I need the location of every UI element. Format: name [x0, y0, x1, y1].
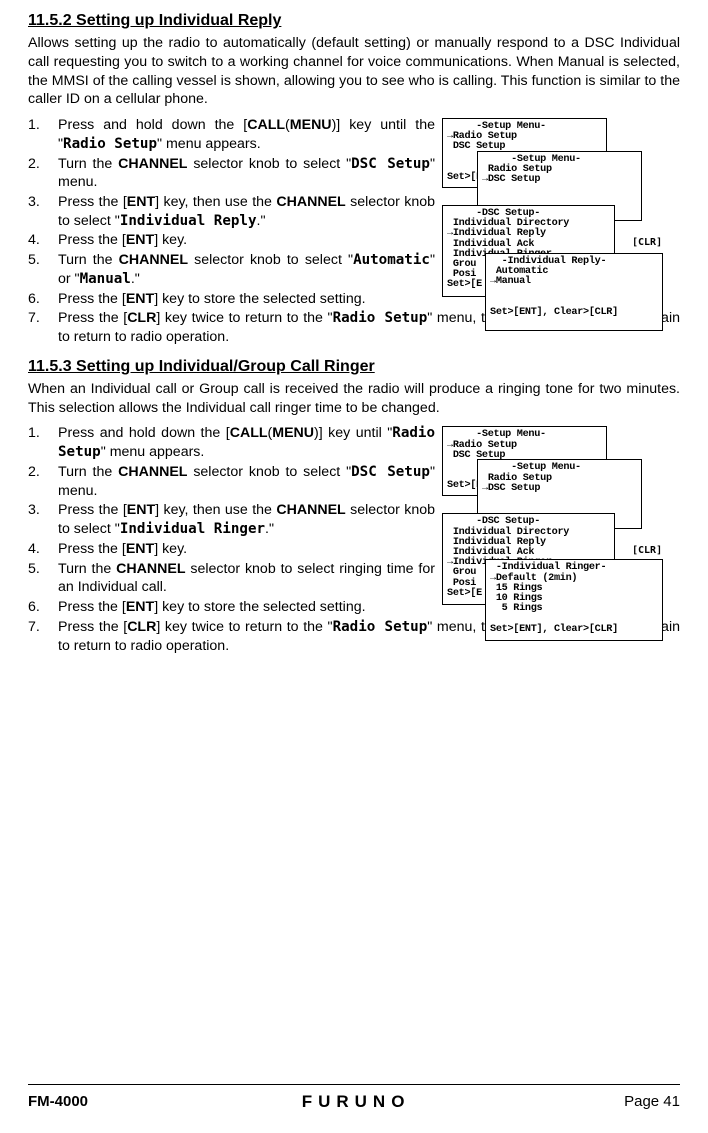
knob-label: CHANNEL	[116, 561, 185, 577]
text: ] key twice to return to the "	[156, 310, 332, 326]
text: " menu appears.	[157, 136, 261, 152]
menu-name: Radio Setup	[333, 619, 428, 635]
text: Press the [	[58, 310, 127, 326]
section-heading-1: 11.5.2 Setting up Individual Reply	[28, 10, 680, 31]
text: ] key.	[154, 541, 187, 557]
text: Press and hold down the [	[58, 117, 247, 133]
text: selector knob to select "	[188, 252, 353, 268]
text: Press the [	[58, 502, 127, 518]
text: selector knob to select "	[187, 156, 351, 172]
lcd-screens-1: -Setup Menu- →Radio Setup DSC Setup Set>…	[442, 118, 680, 328]
section-heading-2: 11.5.3 Setting up Individual/Group Call …	[28, 356, 680, 377]
text: Turn the	[58, 464, 118, 480]
menu-name: DSC Setup	[351, 464, 430, 480]
text: ] key to store the selected setting.	[154, 291, 365, 307]
key-label: MENU	[290, 117, 332, 133]
text: ] key.	[154, 232, 187, 248]
text: Turn the	[58, 252, 119, 268]
page-number: Page 41	[624, 1092, 680, 1112]
menu-name: Radio Setup	[63, 136, 157, 152]
text: selector knob to select "	[187, 464, 351, 480]
text: Turn the	[58, 156, 118, 172]
text: ] key, then use the	[155, 502, 276, 518]
key-label: ENT	[126, 291, 154, 307]
key-label: ENT	[126, 599, 154, 615]
menu-name: Radio Setup	[333, 310, 428, 326]
key-label: CLR	[127, 619, 156, 635]
lcd-individual-reply: -Individual Reply- Automatic →Manual Set…	[485, 253, 663, 331]
key-label: ENT	[126, 232, 154, 248]
knob-label: CHANNEL	[118, 464, 187, 480]
section2-steps-block: Press and hold down the [CALL(MENU)] key…	[28, 424, 680, 655]
text: Press the [	[58, 232, 126, 248]
text: Press and hold down the [	[58, 425, 230, 441]
knob-label: CHANNEL	[276, 194, 345, 210]
key-label: ENT	[127, 502, 155, 518]
lcd-individual-ringer: -Individual Ringer- →Default (2min) 15 R…	[485, 559, 663, 641]
key-label: CALL	[230, 425, 268, 441]
section1-intro: Allows setting up the radio to automatic…	[28, 34, 680, 109]
key-label: MENU	[272, 425, 314, 441]
text: ."	[131, 271, 140, 287]
menu-name: Individual Reply	[120, 213, 257, 229]
menu-name: DSC Setup	[351, 156, 430, 172]
text: ."	[265, 521, 274, 537]
text: Press the [	[58, 291, 126, 307]
text: ."	[257, 213, 266, 229]
brand-logo: FURUNO	[88, 1091, 624, 1113]
section1-steps-block: Press and hold down the [CALL(MENU)] key…	[28, 116, 680, 347]
text: ] key, then use the	[155, 194, 276, 210]
text: ] key twice to return to the "	[156, 619, 332, 635]
model-label: FM-4000	[28, 1092, 88, 1112]
text: Press the [	[58, 599, 126, 615]
lcd-screens-2: -Setup Menu- →Radio Setup DSC Setup Set>…	[442, 426, 680, 636]
text: Press the [	[58, 619, 127, 635]
lcd-clr-tail: [CLR]	[632, 544, 662, 557]
text: ] key to store the selected setting.	[154, 599, 365, 615]
key-label: CLR	[127, 310, 156, 326]
key-label: ENT	[127, 194, 155, 210]
section2-intro: When an Individual call or Group call is…	[28, 380, 680, 417]
text: )] key until "	[314, 425, 392, 441]
page-footer: FM-4000 FURUNO Page 41	[28, 1084, 680, 1113]
knob-label: CHANNEL	[119, 252, 188, 268]
lcd-clr-tail: [CLR]	[632, 236, 662, 249]
key-label: ENT	[126, 541, 154, 557]
text: Press the [	[58, 194, 127, 210]
key-label: CALL	[247, 117, 285, 133]
text: Press the [	[58, 541, 126, 557]
menu-name: Automatic	[353, 252, 430, 268]
text: Turn the	[58, 561, 116, 577]
menu-name: Manual	[80, 271, 131, 287]
text: " menu appears.	[101, 444, 205, 460]
knob-label: CHANNEL	[118, 156, 187, 172]
menu-name: Individual Ringer	[120, 521, 265, 537]
knob-label: CHANNEL	[276, 502, 345, 518]
